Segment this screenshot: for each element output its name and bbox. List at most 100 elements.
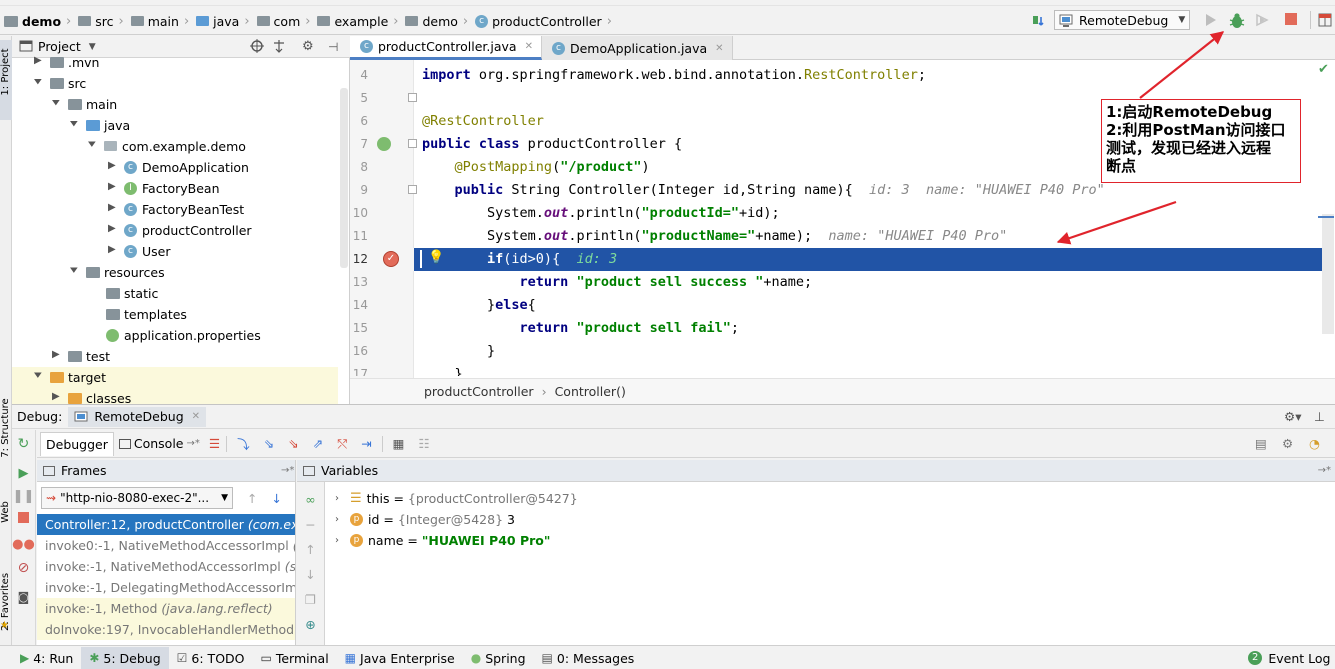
todo-tab[interactable]: ☑ 6: TODO [169, 647, 253, 669]
close-icon[interactable]: ✕ [715, 43, 723, 54]
build-icon[interactable] [1030, 12, 1048, 28]
run-icon[interactable] [1202, 12, 1218, 28]
drop-frame-icon[interactable]: ⤲ [337, 436, 347, 452]
fold-marker-icon[interactable] [408, 139, 417, 148]
chevron-down-icon[interactable]: ▼ [88, 141, 96, 149]
chevron-right-icon[interactable]: ▶ [34, 55, 42, 66]
breadcrumb-item[interactable]: src [78, 14, 114, 29]
chevron-down-icon[interactable]: ▼ [52, 99, 60, 107]
debug-session-tab[interactable]: RemoteDebug ✕ [68, 406, 207, 427]
tree-item[interactable]: ▶ c productController [12, 220, 338, 241]
debug-settings-icon[interactable]: ◔ [1309, 436, 1320, 451]
tab-product-controller[interactable]: c productController.java ✕ [350, 36, 542, 60]
tree-item[interactable]: ▶ I FactoryBean [12, 178, 338, 199]
coverage-icon[interactable] [1254, 12, 1270, 28]
editor-breadcrumb-method[interactable]: Controller() [555, 384, 626, 399]
pause-icon[interactable]: ❚❚ [13, 489, 35, 504]
pin-icon[interactable]: →* [1318, 465, 1331, 476]
hide-panel-icon[interactable]: ⊥ [1314, 409, 1325, 424]
messages-tab[interactable]: ▤ 0: Messages [534, 647, 643, 669]
terminal-tab[interactable]: ▭ Terminal [253, 647, 337, 669]
tree-item[interactable]: ▼ com.example.demo [12, 136, 338, 157]
spring-bean-icon[interactable] [377, 137, 391, 151]
variable-row[interactable]: › ☰ this = {productController@5427} [325, 488, 1335, 509]
breakpoint-icon[interactable]: ✓ [383, 251, 399, 267]
fold-marker-icon[interactable] [408, 93, 417, 102]
debugger-tab[interactable]: Debugger [40, 431, 114, 456]
arrow-up-icon[interactable]: ↑ [247, 491, 257, 506]
breadcrumb-item[interactable]: c productController [475, 14, 602, 29]
tree-item[interactable]: ▶ c User [12, 241, 338, 262]
editor-scrollbar[interactable] [1322, 214, 1334, 334]
tree-item[interactable]: ▼ resources [12, 262, 338, 283]
tree-scrollbar[interactable] [340, 88, 348, 268]
frame-row[interactable]: invoke:-1, NativeMethodAccessorImpl (sun [37, 556, 295, 577]
tree-item[interactable]: ▶ c FactoryBeanTest [12, 199, 338, 220]
debug-tab[interactable]: ✱ 5: Debug [81, 647, 169, 669]
minus-icon[interactable]: − [305, 517, 315, 532]
chevron-right-icon[interactable]: ▶ [108, 223, 116, 234]
lightbulb-icon[interactable]: 💡 [428, 250, 444, 265]
console-tab[interactable]: Console →* [114, 432, 205, 455]
chevron-right-icon[interactable]: › [335, 514, 345, 525]
chevron-right-icon[interactable]: ▶ [108, 202, 116, 213]
thread-select[interactable]: ⇝ "http-nio-8080-exec-2"... ▼ [41, 487, 233, 509]
tab-demo-application[interactable]: c DemoApplication.java ✕ [541, 36, 733, 60]
frame-row[interactable]: doInvoke:197, InvocableHandlerMethod (o [37, 619, 295, 640]
tree-item[interactable]: ▼ java [12, 115, 338, 136]
frame-row-selected[interactable]: Controller:12, productController (com.ex… [37, 514, 295, 535]
frame-row[interactable]: invoke:-1, Method (java.lang.reflect) [37, 598, 295, 619]
step-over-icon[interactable]: ⤵ [237, 434, 250, 453]
chevron-right-icon[interactable]: › [335, 493, 345, 504]
force-step-into-icon[interactable]: ⇘ [288, 436, 298, 451]
variable-row[interactable]: › p name = "HUAWEI P40 Pro" [325, 530, 1335, 551]
tree-item[interactable]: ▶ classes [12, 388, 338, 404]
chevron-right-icon[interactable]: ▶ [108, 181, 116, 192]
close-icon[interactable]: ✕ [192, 411, 200, 422]
variable-row[interactable]: › p id = {Integer@5428} 3 [325, 509, 1335, 530]
chevron-down-icon[interactable]: ▼ [34, 78, 42, 86]
restore-layout-icon[interactable]: ▤ [1255, 436, 1267, 451]
breadcrumb-item[interactable]: demo [4, 14, 61, 29]
breadcrumb-item[interactable]: example [317, 14, 388, 29]
project-structure-icon[interactable] [1317, 12, 1333, 28]
gear-icon[interactable]: ⚙▾ [1284, 409, 1301, 424]
arrow-down-icon[interactable]: ↓ [271, 491, 281, 506]
breadcrumb-item[interactable]: main [130, 14, 179, 29]
tree-item[interactable]: templates [12, 304, 338, 325]
structure-tool-label[interactable]: 7: Structure [0, 388, 12, 468]
tree-item[interactable]: ▼ target [12, 367, 338, 388]
breadcrumb-item[interactable]: com [256, 14, 300, 29]
step-out-icon[interactable]: ⇗ [313, 436, 323, 451]
breadcrumb-item[interactable]: java [196, 14, 239, 29]
chevron-right-icon[interactable]: ▶ [108, 244, 116, 255]
debug-bug-icon[interactable] [1228, 12, 1245, 28]
chevron-right-icon[interactable]: › [335, 535, 345, 546]
tree-item[interactable]: application.properties [12, 325, 338, 346]
mute-breakpoints-icon[interactable]: ⊘ [18, 560, 30, 576]
pin-icon[interactable]: →* [281, 465, 294, 476]
trace-icon[interactable]: ☷ [418, 436, 429, 451]
frame-row[interactable]: invoke0:-1, NativeMethodAccessorImpl (su [37, 535, 295, 556]
chevron-right-icon[interactable]: ▶ [108, 160, 116, 171]
web-tool-label[interactable]: Web [0, 472, 12, 552]
camera-icon[interactable]: ◙ [18, 590, 30, 604]
resume-icon[interactable]: ▶ [19, 466, 29, 481]
chevron-right-icon[interactable]: ▶ [52, 391, 60, 402]
java-enterprise-tab[interactable]: ▦ Java Enterprise [337, 647, 463, 669]
rerun-icon[interactable]: ↻ [18, 436, 30, 452]
evaluate-expression-icon[interactable]: ▦ [393, 436, 405, 451]
chevron-right-icon[interactable]: ▶ [52, 349, 60, 360]
chevron-down-icon[interactable]: ▼ [70, 120, 78, 128]
stop-icon[interactable] [1284, 12, 1300, 28]
evaluate-icon[interactable]: ∞ [305, 492, 315, 507]
spring-tab[interactable]: ● Spring [463, 647, 534, 669]
chevron-down-icon[interactable]: ▼ [70, 267, 78, 275]
stop-icon[interactable] [18, 512, 29, 523]
step-into-icon[interactable]: ⇘ [264, 436, 274, 451]
copy-icon[interactable]: ❐ [305, 592, 316, 607]
close-icon[interactable]: ✕ [525, 41, 533, 52]
tree-item[interactable]: ▼ main [12, 94, 338, 115]
show-execution-point-icon[interactable]: ☰ [209, 436, 220, 451]
frame-row[interactable]: invoke:-1, DelegatingMethodAccessorImpl [37, 577, 295, 598]
